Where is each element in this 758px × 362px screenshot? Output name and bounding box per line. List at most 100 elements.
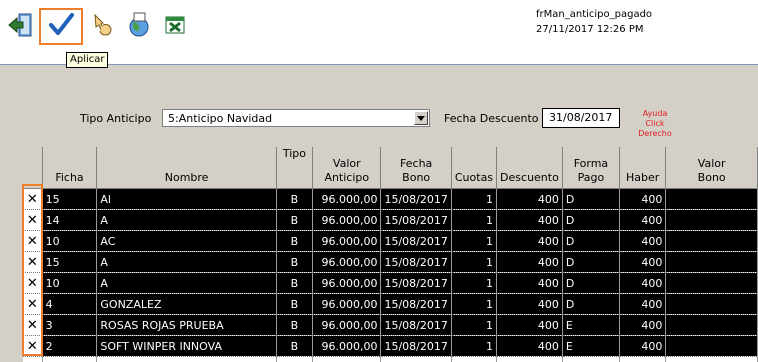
cell-forma-pago[interactable]: E (562, 335, 621, 357)
cell-cuotas[interactable]: 1 (451, 293, 498, 315)
column-header-valor-anticipo[interactable]: Valor Anticipo (312, 147, 382, 189)
cell-descuento[interactable]: 400 (496, 230, 563, 252)
cell-cuotas[interactable]: 1 (451, 272, 498, 294)
fecha-descuento-input[interactable]: 31/08/2017 (542, 108, 620, 128)
cell-descuento[interactable]: 400 (496, 335, 563, 357)
cell-fecha-bono[interactable]: 15/08/2017 (380, 335, 452, 357)
cell-haber[interactable]: 400 (619, 188, 667, 210)
cell-forma-pago[interactable]: D (562, 272, 621, 294)
cell-valor-bono[interactable] (665, 251, 758, 273)
table-row[interactable]: ✕ 4 GONZALEZ B 96.000,00 15/08/2017 1 400 D 400 (23, 293, 758, 315)
cell-ficha[interactable]: 15 (42, 188, 98, 210)
cell-ficha[interactable]: 10 (42, 230, 98, 252)
column-header-nombre[interactable]: Nombre (96, 147, 277, 189)
cell-nombre[interactable]: ROSAS ROJAS PRUEBA (96, 314, 277, 336)
cell-forma-pago[interactable]: D (562, 209, 621, 231)
cell-cuotas[interactable]: 1 (451, 314, 498, 336)
cell-haber[interactable]: 400 (619, 251, 667, 273)
cell-descuento[interactable]: 400 (496, 251, 563, 273)
column-header-fecha-bono[interactable]: Fecha Bono (380, 147, 452, 189)
cell-descuento[interactable]: 400 (496, 209, 563, 231)
table-row[interactable]: ✕ 14 A B 96.000,00 15/08/2017 1 400 D 400 (23, 209, 758, 231)
cell-forma-pago[interactable]: E (562, 314, 621, 336)
cell-forma-pago[interactable]: D (562, 251, 621, 273)
cell-ficha[interactable]: 14 (42, 209, 98, 231)
cell-cuotas[interactable]: 1 (451, 251, 498, 273)
cell-descuento[interactable]: 400 (496, 272, 563, 294)
table-row[interactable]: ✕ 3 ROSAS ROJAS PRUEBA B 96.000,00 15/08/2017… (23, 314, 758, 336)
cell-fecha-bono[interactable]: 15/08/2017 (380, 251, 452, 273)
cell-valor-bono[interactable] (665, 335, 758, 357)
cell-nombre[interactable]: SOFT WINPER INNOVA (96, 335, 277, 357)
cell-nombre[interactable]: Al (96, 188, 277, 210)
cell-haber[interactable]: 400 (619, 272, 667, 294)
cell-valor-anticipo[interactable]: 96.000,00 (312, 293, 382, 315)
cell-haber[interactable]: 400 (619, 230, 667, 252)
cell-forma-pago[interactable]: D (562, 188, 621, 210)
cell-valor-anticipo[interactable]: 96.000,00 (312, 251, 382, 273)
cell-valor-bono[interactable] (665, 230, 758, 252)
cell-descuento[interactable]: 400 (496, 314, 563, 336)
cell-tipo[interactable]: B (276, 230, 314, 252)
cell-tipo[interactable]: B (276, 209, 314, 231)
cell-haber[interactable]: 400 (619, 314, 667, 336)
cell-tipo[interactable]: B (276, 251, 314, 273)
tipo-anticipo-select[interactable]: 5:Anticipo Navidad (162, 109, 430, 127)
column-header-haber[interactable]: Haber (619, 147, 667, 189)
exit-button[interactable] (4, 8, 38, 42)
cell-haber[interactable]: 400 (619, 293, 667, 315)
cell-nombre[interactable]: A (96, 272, 277, 294)
cell-valor-bono[interactable] (665, 293, 758, 315)
cell-valor-bono[interactable] (665, 272, 758, 294)
cell-valor-anticipo[interactable]: 96.000,00 (312, 314, 382, 336)
web-button[interactable] (122, 8, 156, 42)
cell-ficha[interactable]: 15 (42, 251, 98, 273)
cell-tipo[interactable]: B (276, 188, 314, 210)
cell-valor-anticipo[interactable]: 96.000,00 (312, 188, 382, 210)
cell-tipo[interactable]: B (276, 293, 314, 315)
chevron-down-icon[interactable] (414, 111, 428, 125)
cell-valor-anticipo[interactable]: 96.000,00 (312, 272, 382, 294)
table-row[interactable]: ✕ 15 Al B 96.000,00 15/08/2017 1 400 D 400 (23, 188, 758, 210)
cell-descuento[interactable]: 400 (496, 293, 563, 315)
column-header-forma-pago[interactable]: Forma Pago (562, 147, 621, 189)
cell-cuotas[interactable]: 1 (451, 230, 498, 252)
cell-valor-anticipo[interactable]: 96.000,00 (312, 335, 382, 357)
cell-haber[interactable]: 400 (619, 209, 667, 231)
cell-fecha-bono[interactable]: 15/08/2017 (380, 293, 452, 315)
cell-ficha[interactable]: 2 (42, 335, 98, 357)
anticipo-grid[interactable]: Ficha Nombre Tipo Valor Anticipo Fecha Bono C… (23, 147, 758, 362)
cell-descuento[interactable]: 400 (496, 188, 563, 210)
cell-ficha[interactable]: 4 (42, 293, 98, 315)
select-button[interactable] (86, 8, 120, 42)
table-row[interactable]: ✕ 10 A B 96.000,00 15/08/2017 1 400 D 400 (23, 272, 758, 294)
cell-tipo[interactable]: B (276, 272, 314, 294)
cell-forma-pago[interactable]: D (562, 230, 621, 252)
cell-ficha[interactable]: 3 (42, 314, 98, 336)
table-row[interactable]: ✕ 15 A B 96.000,00 15/08/2017 1 400 D 400 (23, 251, 758, 273)
cell-nombre[interactable]: GONZALEZ (96, 293, 277, 315)
cell-tipo[interactable]: B (276, 335, 314, 357)
cell-ficha[interactable]: 10 (42, 272, 98, 294)
cell-fecha-bono[interactable]: 15/08/2017 (380, 209, 452, 231)
table-row[interactable]: ✕ 2 SOFT WINPER INNOVA B 96.000,00 15/08/2017… (23, 335, 758, 357)
cell-cuotas[interactable]: 1 (451, 335, 498, 357)
column-header-descuento[interactable]: Descuento (496, 147, 563, 189)
cell-nombre[interactable]: A (96, 251, 277, 273)
cell-valor-anticipo[interactable]: 96.000,00 (312, 230, 382, 252)
cell-tipo[interactable]: B (276, 314, 314, 336)
cell-haber[interactable]: 400 (619, 335, 667, 357)
cell-nombre[interactable]: AC (96, 230, 277, 252)
cell-fecha-bono[interactable]: 15/08/2017 (380, 230, 452, 252)
cell-cuotas[interactable]: 1 (451, 209, 498, 231)
cell-cuotas[interactable]: 1 (451, 188, 498, 210)
cell-valor-bono[interactable] (665, 314, 758, 336)
column-header-ficha[interactable]: Ficha (42, 147, 98, 189)
table-row[interactable]: ✕ 10 AC B 96.000,00 15/08/2017 1 400 D 400 (23, 230, 758, 252)
column-header-tipo[interactable]: Tipo (276, 147, 314, 189)
excel-export-button[interactable] (158, 8, 192, 42)
cell-nombre[interactable]: A (96, 209, 277, 231)
column-header-valor-bono[interactable]: Valor Bono (665, 147, 758, 189)
cell-valor-bono[interactable] (665, 188, 758, 210)
cell-fecha-bono[interactable]: 15/08/2017 (380, 314, 452, 336)
